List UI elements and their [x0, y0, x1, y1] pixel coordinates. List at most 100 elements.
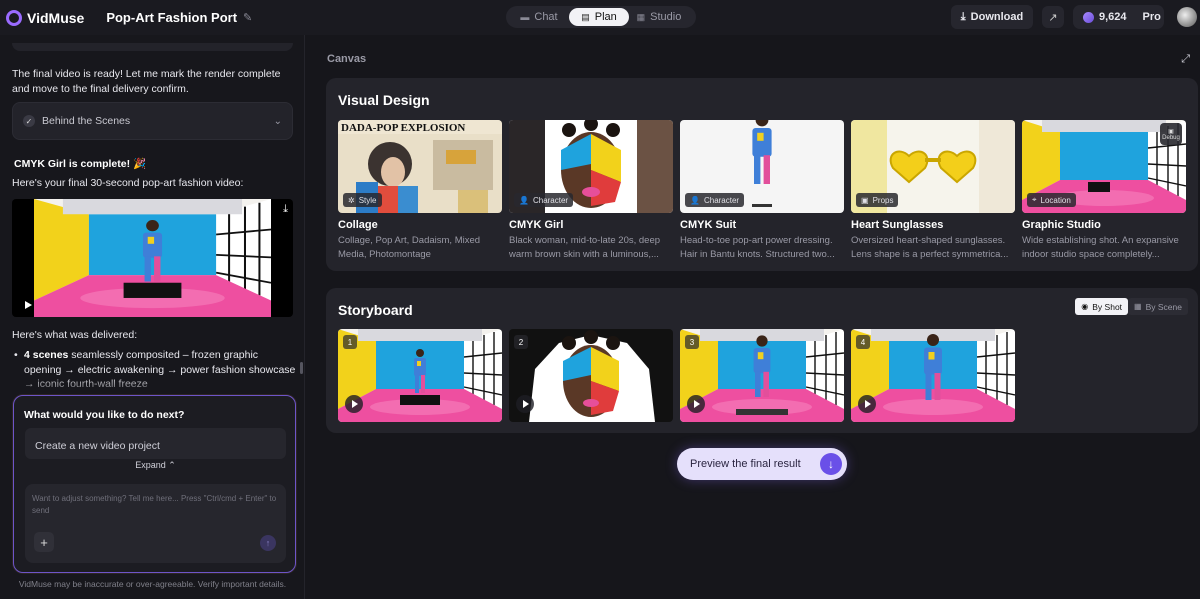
tab-plan[interactable]: ▤ Plan	[569, 8, 629, 26]
card-image: 👤 Character	[680, 120, 844, 213]
play-icon[interactable]	[687, 395, 705, 413]
shot-number: 4	[856, 335, 870, 349]
card-image: ▣ Props	[851, 120, 1015, 213]
design-card-collage[interactable]: DADA-POP EXPLOSION ✲ Style Collage Collag…	[338, 120, 502, 262]
preview-final-result-button[interactable]: Preview the final result ↓	[677, 448, 847, 480]
by-scene-label: By Scene	[1145, 301, 1182, 312]
download-icon: ⤓	[960, 10, 966, 23]
chevron-up-icon: ⌃	[168, 460, 176, 470]
by-scene-button[interactable]: ▦ By Scene	[1128, 298, 1188, 315]
plan-tier: Pro	[1142, 11, 1161, 23]
storyboard-panel: Storyboard ◉ By Shot ▦ By Scene 1 2 3 4	[326, 288, 1198, 433]
card-image: 👤 Character	[509, 120, 673, 213]
card-title: Collage	[338, 219, 378, 231]
design-card-heart-sunglasses[interactable]: ▣ Props Heart Sunglasses Oversized heart-…	[851, 120, 1015, 262]
shot-number: 2	[514, 335, 528, 349]
user-avatar[interactable]	[1177, 7, 1197, 27]
storyboard-shot-2[interactable]: 2	[509, 329, 673, 422]
camera-icon: ◉	[1081, 302, 1089, 311]
disclaimer: VidMuse may be inaccurate or over-agreea…	[18, 579, 287, 589]
card-title: Graphic Studio	[1022, 219, 1101, 231]
design-card-graphic-studio[interactable]: ⌖ Location ▣ Debug Graphic Studio Wide est…	[1022, 120, 1186, 262]
tag-label: Location	[1040, 195, 1071, 205]
studio-icon: ▦	[636, 11, 646, 22]
debug-label: Debug	[1162, 134, 1180, 141]
card-desc-line2: Media, Photomontage	[338, 249, 431, 260]
by-shot-button[interactable]: ◉ By Shot	[1075, 298, 1129, 315]
expand-button[interactable]: Expand ⌃	[14, 460, 297, 471]
shot-thumbnail	[680, 329, 844, 422]
tag-character: 👤 Character	[514, 193, 574, 207]
storyboard-shot-4[interactable]: 4	[851, 329, 1015, 422]
card-desc-line1: Black woman, mid-to-late 20s, deep	[509, 235, 661, 246]
open-external-button[interactable]: ↗	[1042, 6, 1064, 28]
prompt-input[interactable]	[32, 493, 284, 521]
mode-switch: ▬ Chat ▤ Plan ▦ Studio	[506, 6, 696, 28]
send-button[interactable]: ↑	[260, 535, 276, 551]
tab-studio[interactable]: ▦ Studio	[629, 8, 689, 26]
card-image: ⌖ Location ▣ Debug	[1022, 120, 1186, 213]
credits-count: 9,624	[1099, 11, 1127, 23]
props-icon: ▣	[861, 195, 869, 205]
storyboard-shot-3[interactable]: 3	[680, 329, 844, 422]
behind-the-scenes-label: Behind the Scenes	[42, 115, 131, 127]
card-desc-line1: Oversized heart-shaped sunglasses.	[851, 235, 1006, 246]
person-icon: 👤	[519, 195, 529, 205]
tab-plan-label: Plan	[594, 11, 617, 23]
card-title: CMYK Suit	[680, 219, 737, 231]
card-desc-line1: Collage, Pop Art, Dadaism, Mixed	[338, 235, 481, 246]
delivered-bold: 4 scenes	[24, 349, 69, 361]
app-logo[interactable]: VidMuse	[6, 9, 85, 26]
canvas-label: Canvas	[327, 53, 367, 65]
card-desc-line2: Hair in Bantu knots. Structured two...	[680, 249, 835, 260]
video-download-icon[interactable]: ⤓	[283, 203, 288, 216]
tab-chat[interactable]: ▬ Chat	[509, 8, 569, 26]
tab-studio-label: Studio	[650, 11, 682, 23]
download-button[interactable]: ⤓ Download	[951, 5, 1033, 29]
suggestion-new-project[interactable]: Create a new video project	[25, 428, 286, 459]
debug-button[interactable]: ▣ Debug	[1160, 123, 1182, 145]
final-video-player[interactable]: ⤓	[12, 199, 293, 317]
person-icon: 👤	[690, 195, 700, 205]
vidmuse-logo-icon	[6, 9, 22, 26]
credits-badge[interactable]: 9,624 Pro	[1073, 5, 1164, 29]
shot-thumbnail	[851, 329, 1015, 422]
behind-the-scenes-toggle[interactable]: ✓ Behind the Scenes ⌄	[12, 102, 293, 140]
play-icon[interactable]	[25, 301, 32, 309]
credit-coin-icon	[1083, 11, 1094, 23]
play-icon[interactable]	[345, 395, 363, 413]
design-card-cmyk-suit[interactable]: 👤 Character CMYK Suit Head-to-toe pop-art…	[680, 120, 844, 262]
app-name: VidMuse	[27, 9, 85, 26]
top-header: VidMuse Pop-Art Fashion Port ✎ ▬ Chat ▤ Pl…	[0, 0, 1200, 35]
card-desc-line2: warm brown skin with a luminous,...	[509, 249, 659, 260]
plan-icon: ▤	[581, 11, 590, 22]
by-shot-label: By Shot	[1092, 301, 1123, 312]
delivered-heading: Here's what was delivered:	[12, 329, 138, 341]
shot-number: 1	[343, 335, 357, 349]
collage-headline: DADA-POP EXPLOSION	[341, 122, 465, 134]
add-attachment-button[interactable]: +	[34, 532, 54, 552]
tag-character: 👤 Character	[685, 193, 745, 207]
fullscreen-icon[interactable]: ⤢	[1181, 53, 1190, 66]
next-steps-title: What would you like to do next?	[24, 409, 185, 421]
card-title: CMYK Girl	[509, 219, 564, 231]
scroll-fade	[12, 375, 297, 395]
play-icon[interactable]	[858, 395, 876, 413]
storyboard-title: Storyboard	[338, 302, 413, 318]
shot-number: 3	[685, 335, 699, 349]
storyboard-shot-1[interactable]: 1	[338, 329, 502, 422]
tag-label: Style	[358, 195, 377, 205]
design-card-cmyk-girl[interactable]: 👤 Character CMYK Girl Black woman, mid-to…	[509, 120, 673, 262]
plus-icon: +	[40, 534, 48, 550]
edit-title-icon[interactable]: ✎	[243, 11, 252, 24]
expand-label: Expand	[135, 460, 166, 470]
prompt-area: + ↑	[25, 484, 286, 563]
card-desc-line2: indoor studio space completely...	[1022, 249, 1160, 260]
assistant-message: The final video is ready! Let me mark th…	[12, 68, 281, 95]
previous-message-edge	[12, 43, 293, 51]
play-icon[interactable]	[516, 395, 534, 413]
tag-location: ⌖ Location	[1027, 193, 1076, 207]
next-steps-box: What would you like to do next? Create a…	[13, 395, 296, 573]
chat-scrollbar[interactable]	[300, 362, 303, 374]
preview-label: Preview the final result	[690, 458, 801, 470]
